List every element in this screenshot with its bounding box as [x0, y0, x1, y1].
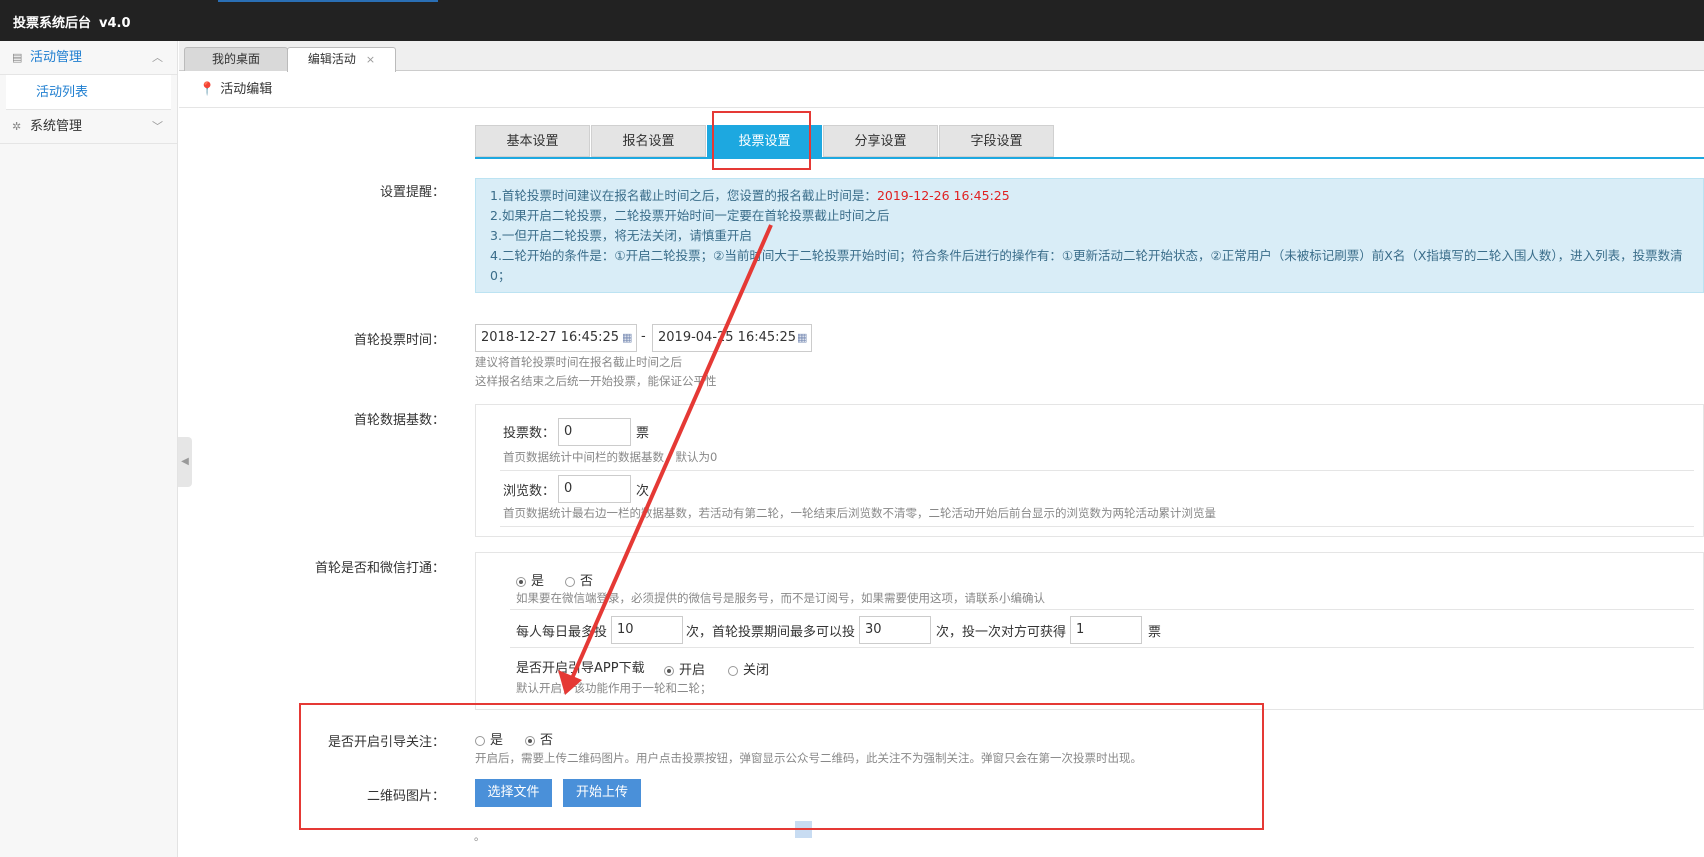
arrow-head — [558, 670, 582, 695]
annotation-arrow — [558, 224, 773, 695]
arrow-shaft — [568, 224, 773, 684]
